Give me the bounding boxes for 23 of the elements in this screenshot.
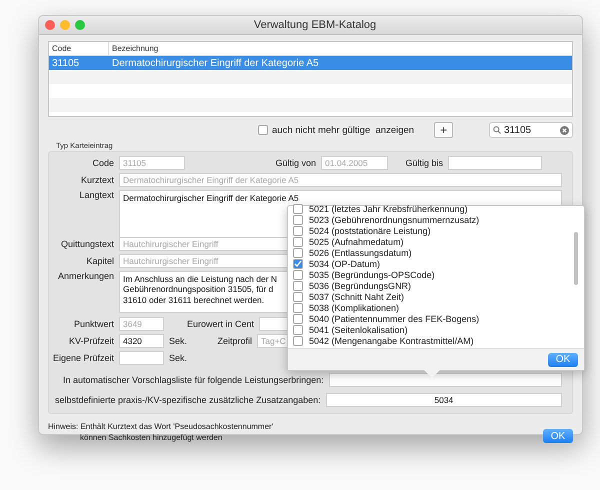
- field-label: KV-Prüfzeit: [68, 336, 115, 346]
- hint-text: können Sachkosten hinzugefügt werden: [79, 432, 224, 443]
- field-label: Langtext: [78, 190, 115, 200]
- field-label: Anmerkungen: [56, 270, 115, 281]
- field-label: Code: [91, 158, 115, 168]
- window-title: Verwaltung EBM-Katalog: [252, 19, 378, 31]
- table-cell-text: Dermatochirurgischer Eingriff der Kategorie A5: [111, 58, 320, 68]
- field-label: Eurowert in Cent: [186, 319, 255, 329]
- field-label: Kapitel: [85, 256, 115, 266]
- field-label: Eigene Prüfzeit: [52, 353, 115, 363]
- field-label: Gültig bis: [404, 158, 444, 168]
- checkbox-label: auch nicht mehr gültige anzeigen: [272, 124, 414, 136]
- unit-label: Sek.: [169, 336, 188, 346]
- field-label: Quittungstext: [60, 238, 115, 249]
- field-label: selbstdefinierte praxis-/KV-spezifische zusätzliche Zusatzangaben:: [54, 395, 322, 405]
- field-label: Kurztext: [80, 175, 115, 185]
- field-label: Punktwert: [72, 319, 115, 329]
- unit-label: Sek.: [169, 353, 188, 363]
- hint-text: Hinweis: Enthält Kurztext das Wort 'Pseudosachkostennummer': [48, 421, 274, 432]
- field-label: In automatischer Vorschlagsliste für folgende Leistungserbringen:: [62, 375, 325, 385]
- field-label: Gültig von: [274, 158, 317, 168]
- table-cell-text: 31105: [51, 58, 80, 68]
- field-label: Zeitprofil: [216, 336, 253, 346]
